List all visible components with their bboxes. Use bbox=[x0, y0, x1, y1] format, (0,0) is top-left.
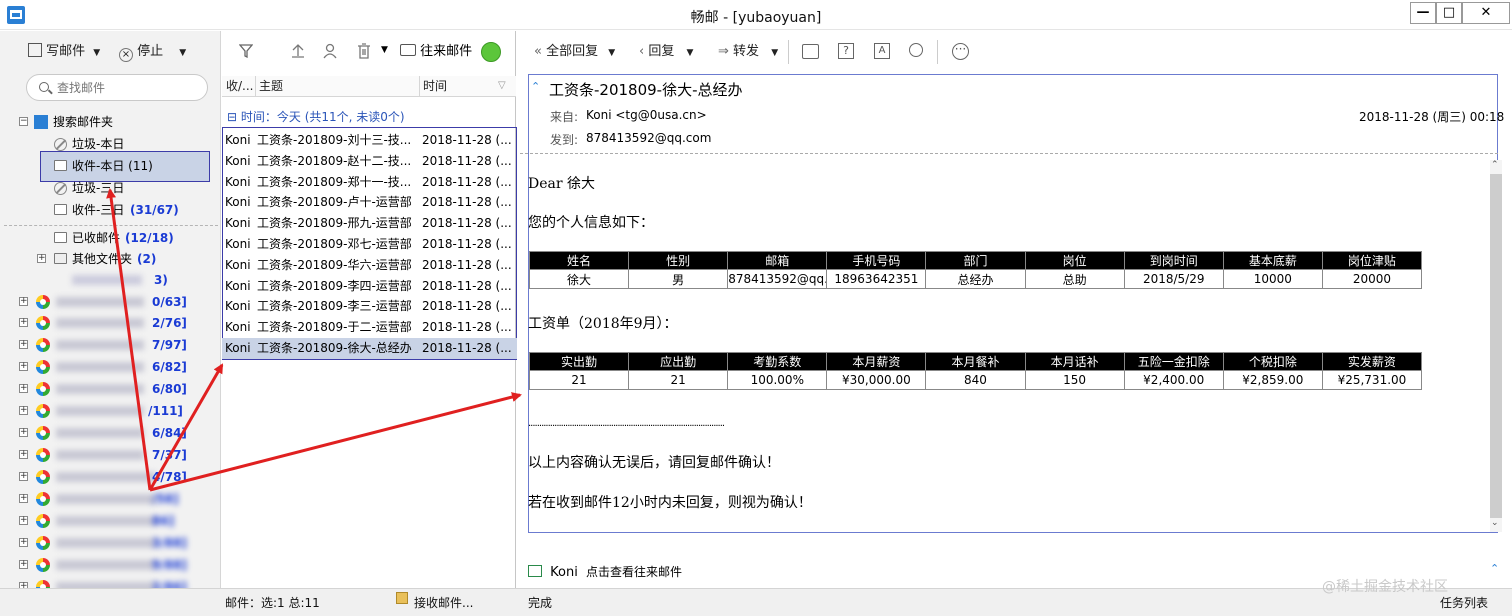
arrow-to-mail-list bbox=[148, 363, 224, 491]
arrow-to-folder bbox=[106, 188, 152, 491]
annotation-arrows bbox=[106, 188, 522, 492]
arrow-to-message bbox=[149, 392, 522, 492]
